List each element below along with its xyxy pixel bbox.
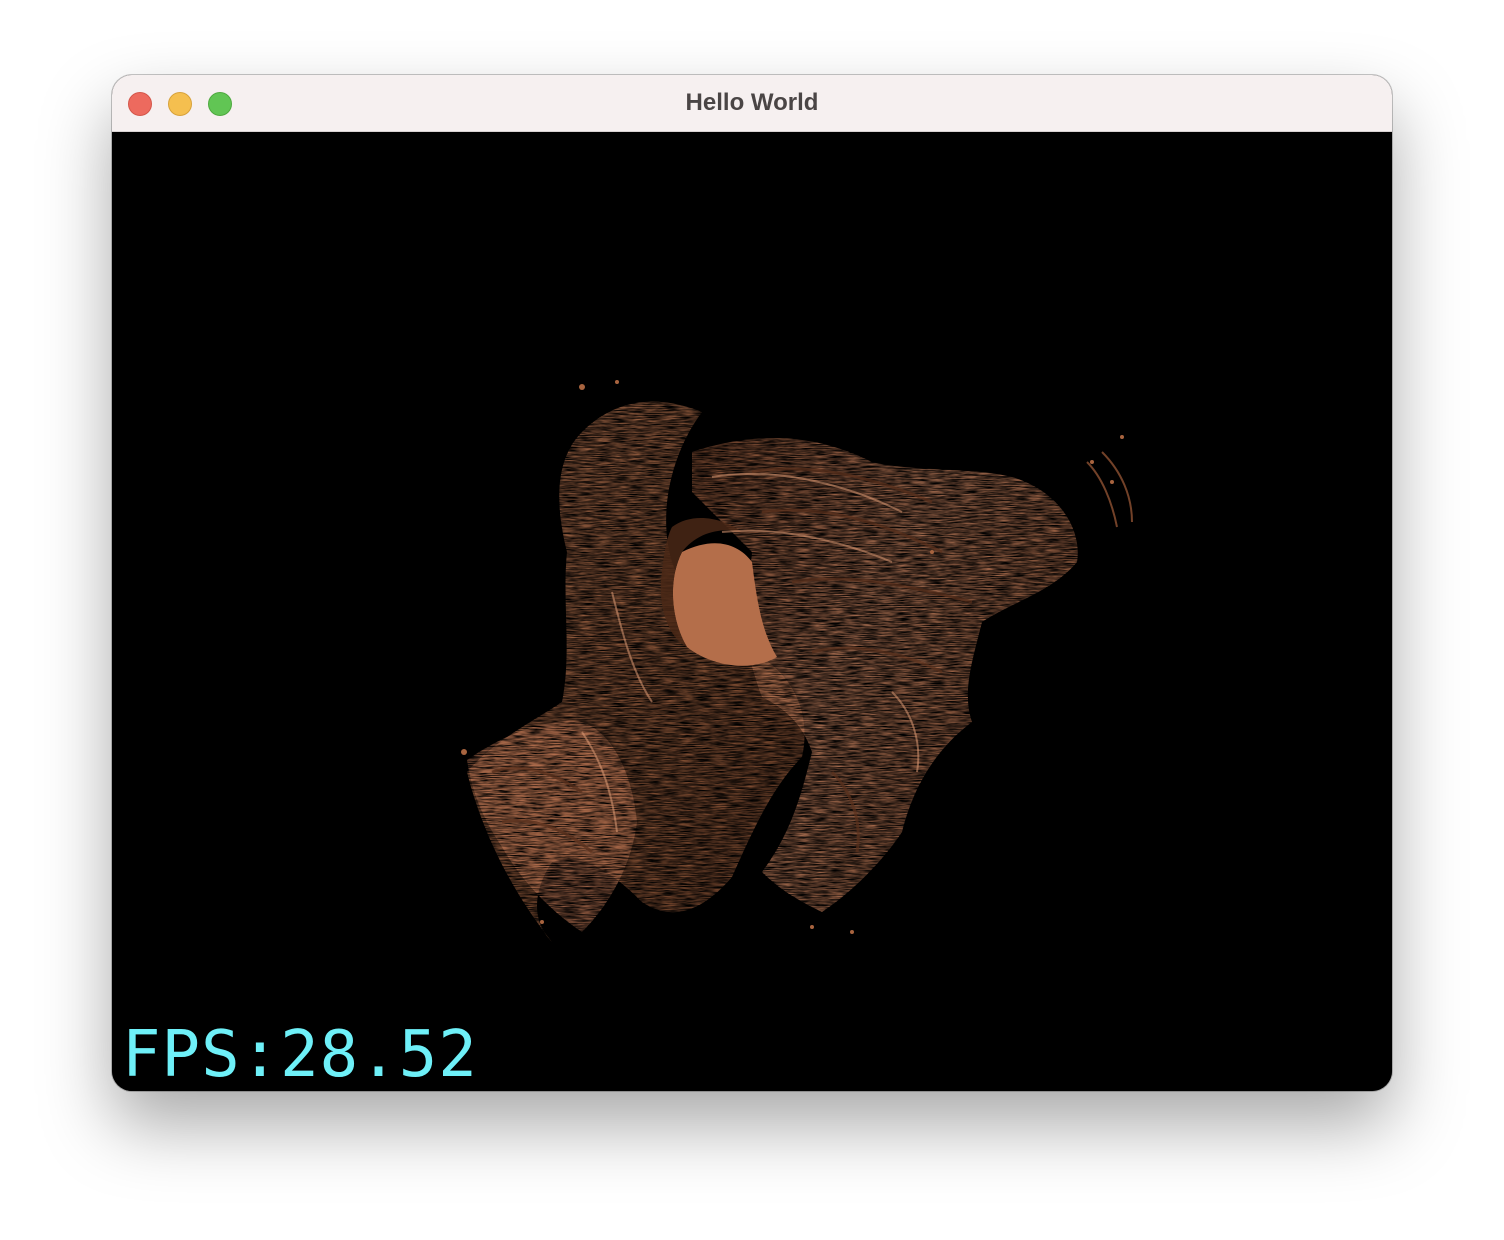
- fps-counter: FPS:28.52: [122, 1018, 478, 1091]
- title-bar[interactable]: Hello World: [112, 75, 1392, 132]
- app-window: Hello World FPS:28.52: [112, 75, 1392, 1091]
- rendered-3d-object: [461, 380, 1133, 942]
- object-right-tail: [1086, 451, 1133, 528]
- render-viewport[interactable]: FPS:28.52: [112, 132, 1392, 1091]
- window-title: Hello World: [685, 89, 819, 116]
